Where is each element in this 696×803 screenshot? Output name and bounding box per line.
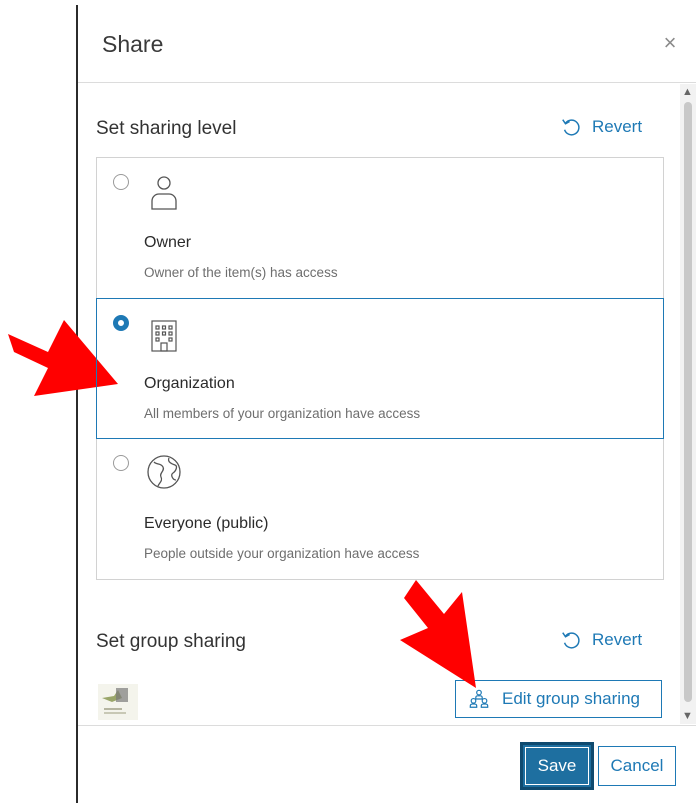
option-label: Everyone (public) <box>144 515 269 532</box>
revert-label: Revert <box>592 630 643 649</box>
scroll-down-icon[interactable]: ▼ <box>682 710 693 722</box>
cancel-button[interactable]: Cancel <box>598 746 676 786</box>
edit-group-sharing-button[interactable]: Edit group sharing <box>455 680 662 718</box>
option-description: Owner of the item(s) has access <box>144 265 338 280</box>
dialog-body: Set sharing level Revert Owner Owner of … <box>78 84 696 724</box>
annotation-arrow-icon <box>400 580 476 688</box>
option-description: All members of your organization have ac… <box>144 406 421 421</box>
radio-organization[interactable] <box>113 315 129 331</box>
revert-icon <box>562 632 580 649</box>
dialog-title: Share <box>102 31 164 57</box>
building-icon <box>151 320 177 352</box>
option-owner[interactable]: Owner Owner of the item(s) has access <box>97 158 663 299</box>
revert-sharing-level-button[interactable]: Revert <box>560 116 642 138</box>
option-everyone[interactable]: Everyone (public) People outside your or… <box>97 439 663 580</box>
radio-owner[interactable] <box>113 174 129 190</box>
sharing-level-options: Owner Owner of the item(s) has access Or… <box>96 157 664 580</box>
scrollbar-thumb[interactable] <box>684 102 692 702</box>
group-thumbnail <box>98 684 138 720</box>
user-icon <box>151 176 177 210</box>
group-sharing-title: Set group sharing <box>96 631 246 652</box>
share-dialog: Share × Set sharing level Revert Owner O… <box>78 5 696 803</box>
sharing-level-title: Set sharing level <box>96 118 237 139</box>
group-icon <box>469 689 489 708</box>
radio-everyone[interactable] <box>113 455 129 471</box>
option-description: People outside your organization have ac… <box>144 546 420 561</box>
revert-icon <box>562 119 580 136</box>
revert-label: Revert <box>592 117 643 136</box>
dialog-header: Share × <box>78 5 696 83</box>
close-icon[interactable]: × <box>660 32 680 54</box>
dialog-footer: Save Cancel <box>78 725 696 803</box>
option-label: Owner <box>144 234 192 251</box>
edit-group-sharing-label: Edit group sharing <box>502 689 640 708</box>
option-label: Organization <box>144 375 235 392</box>
option-organization[interactable]: Organization All members of your organiz… <box>96 298 664 439</box>
revert-group-sharing-button[interactable]: Revert <box>560 629 642 651</box>
scroll-up-icon[interactable]: ▲ <box>682 86 693 98</box>
save-button[interactable]: Save <box>520 742 594 790</box>
globe-icon <box>147 455 181 489</box>
dialog-scrollbar[interactable]: ▲ ▼ <box>680 84 696 724</box>
